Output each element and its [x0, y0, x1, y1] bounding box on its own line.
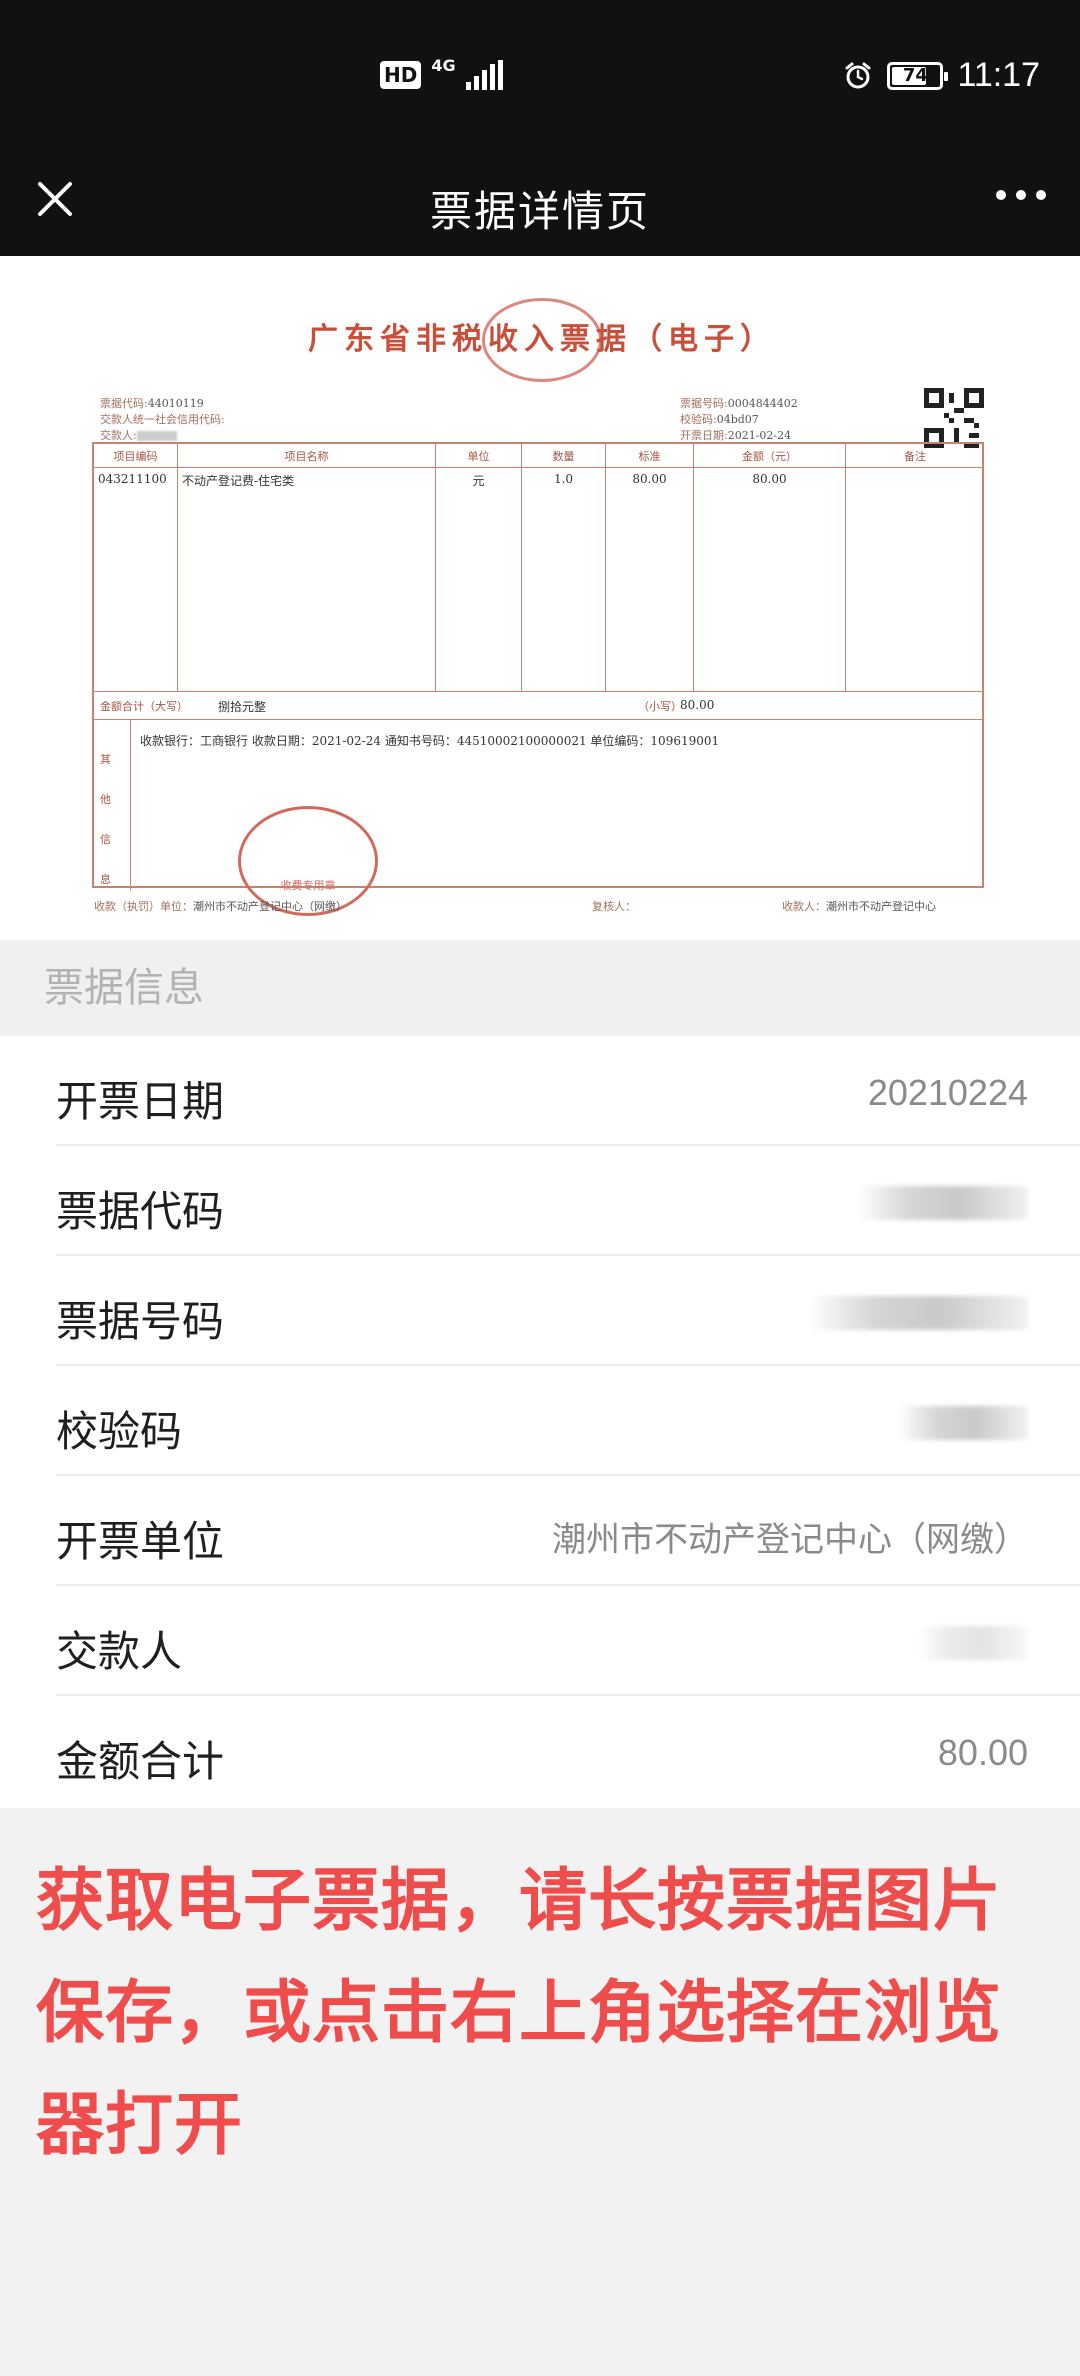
- info-row-issuer: 开票单位 潮州市不动产登记中心（网缴）: [56, 1476, 1080, 1586]
- receipt-meta-left: 票据代码:44010119 交款人统一社会信用代码: 交款人:: [100, 397, 225, 442]
- info-row-payer: 交款人: [56, 1586, 1080, 1696]
- redacted-value: [898, 1406, 1028, 1440]
- total-value: 80.00: [937, 1732, 1028, 1773]
- redacted-value: [858, 1186, 1028, 1220]
- receipt-number: 0004844402: [727, 397, 798, 410]
- receipt-date: 2021-02-24: [727, 429, 792, 442]
- title-bar: 票据详情页: [0, 150, 1080, 260]
- redacted-value: [808, 1296, 1028, 1330]
- receipt-issuer: 收款（执罚）单位：潮州市不动产登记中心（网缴）: [94, 900, 347, 913]
- more-icon[interactable]: [996, 190, 1046, 200]
- network-indicators: HD 4G: [380, 56, 503, 90]
- status-right: 74 11:17: [843, 56, 1040, 95]
- receipt-total-row: 金额合计（大写） 捌拾元整 （小写） 80.00: [94, 692, 982, 720]
- issue-date-value: 20210224: [867, 1072, 1028, 1113]
- issuer-value: 潮州市不动产登记中心（网缴）: [552, 1520, 1028, 1560]
- info-row-issue-date: 开票日期 20210224: [56, 1036, 1080, 1146]
- battery-level: 74: [902, 65, 928, 86]
- receipt-image[interactable]: 广东省非税收入票据（电子） 票据代码:44010119 交款人统一社会信用代码:…: [0, 256, 1080, 940]
- info-row-check-code: 校验码: [56, 1366, 1080, 1476]
- info-list: 开票日期 20210224 票据代码 票据号码 校验码 开票单位 潮州市不动产登…: [0, 1036, 1080, 1808]
- signal-icon: [465, 60, 503, 90]
- receipt-table-header: 项目编码 项目名称 单位 数量 标准 金额（元） 备注: [94, 444, 982, 468]
- page-title: 票据详情页: [429, 187, 650, 236]
- receipt-table-row: 043211100 不动产登记费-住宅类 元 1.0 80.00 80.00: [94, 468, 982, 692]
- receipt-other-info: 其他信息 收款银行：工商银行 收款日期：2021-02-24 通知书号码：445…: [94, 720, 982, 890]
- receipt-meta-right: 票据号码:0004844402 校验码:04bd07 开票日期:2021-02-…: [680, 397, 798, 442]
- alarm-icon: [845, 62, 871, 88]
- save-instructions: 获取电子票据，请长按票据图片保存，或点击右上角选择在浏览器打开: [36, 1862, 1003, 2165]
- receipt: 广东省非税收入票据（电子） 票据代码:44010119 交款人统一社会信用代码:…: [92, 276, 992, 936]
- qr-code-icon: [924, 388, 984, 448]
- receipt-table: 项目编码 项目名称 单位 数量 标准 金额（元） 备注 043211100 不动…: [92, 442, 984, 890]
- status-bar: HD 4G 74 11:17: [0, 0, 1080, 160]
- receipt-check: 04bd07: [716, 413, 759, 426]
- info-row-receipt-code: 票据代码: [56, 1146, 1080, 1256]
- hd-badge: HD: [380, 61, 422, 89]
- receipt-total-upper: 捌拾元整: [218, 700, 267, 714]
- info-row-receipt-number: 票据号码: [56, 1256, 1080, 1366]
- battery-icon: 74: [887, 61, 949, 90]
- receipt-code: 44010119: [147, 397, 204, 410]
- receipt-receiver: 收款人：潮州市不动产登记中心: [782, 900, 936, 913]
- receipt-reviewer: 复核人：: [592, 900, 636, 913]
- receipt-total-small: 80.00: [680, 698, 715, 712]
- section-header: 票据信息: [0, 940, 1080, 1036]
- clock: 11:17: [957, 56, 1040, 94]
- network-type: 4G: [431, 55, 456, 75]
- receipt-title: 广东省非税收入票据（电子）: [308, 322, 776, 357]
- info-row-total: 金额合计 80.00: [56, 1732, 1028, 1786]
- redacted-value: [918, 1626, 1028, 1660]
